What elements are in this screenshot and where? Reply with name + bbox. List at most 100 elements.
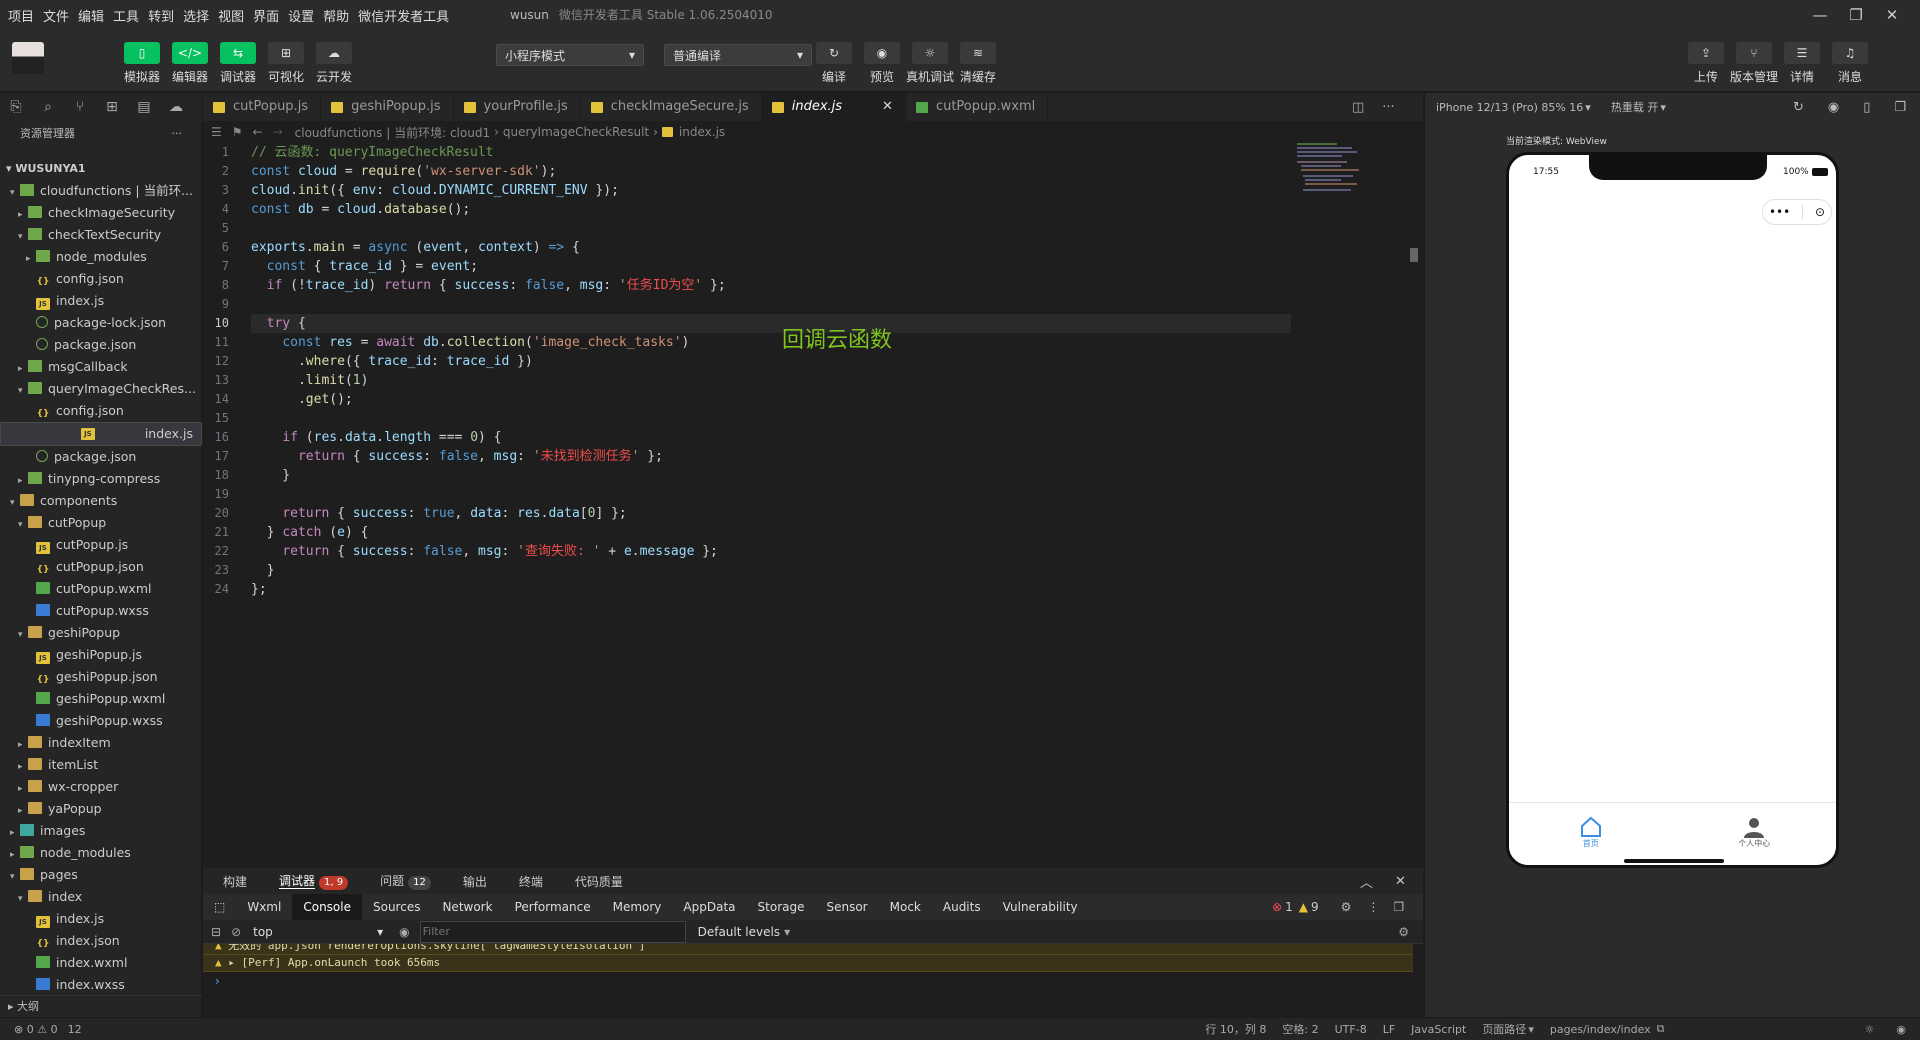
panel-tab[interactable]: 输出 [463,873,487,890]
detach-icon[interactable]: ❐ [1894,100,1906,115]
source-control-icon[interactable]: ⑂ [64,93,96,121]
tree-item[interactable]: ▸ itemList [0,754,202,776]
device-select[interactable]: iPhone 12/13 (Pro) 85% 16 [1436,101,1583,114]
tree-item[interactable]: {} config.json [0,400,202,422]
menu-item[interactable]: 帮助 [323,6,349,25]
code-line[interactable]: return { success: false, msg: '未找到检测任务' … [251,447,1291,466]
compile-select[interactable]: 普通编译 ▾ [664,44,812,66]
minimap[interactable] [1297,143,1407,193]
panel-tab[interactable]: 终端 [519,873,543,890]
page-path[interactable]: pages/index/index [1550,1023,1651,1036]
devtools-tab-vulnerability[interactable]: Vulnerability [992,894,1089,920]
code-line[interactable]: const cloud = require('wx-server-sdk'); [251,162,1291,181]
tab-yourProfile-js[interactable]: yourProfile.js [454,93,581,121]
tree-item[interactable]: ▸ msgCallback [0,356,202,378]
page-path-label[interactable]: 页面路径 [1482,1021,1526,1037]
back-icon[interactable]: ← [253,125,263,139]
copy-icon[interactable]: ⧉ [1657,1022,1665,1036]
tree-item[interactable]: {} cutPopup.json [0,556,202,578]
status-cursor-position[interactable]: 行 10，列 8 [1205,1021,1266,1037]
sidebar-toggle-icon[interactable]: ⊟ [211,925,221,939]
code-line[interactable]: .get(); [251,390,1291,409]
tree-item[interactable]: ▾ checkTextSecurity [0,224,202,246]
close-tab-icon[interactable]: ✕ [882,93,893,121]
eye-icon[interactable]: ◉ [1896,1023,1906,1036]
menu-item[interactable]: 微信开发者工具 [358,6,449,25]
tree-item[interactable]: ▾ index [0,886,202,908]
menu-item[interactable]: 项目 [8,6,34,25]
menu-item[interactable]: 编辑 [78,6,104,25]
error-count[interactable]: 1 [1285,900,1293,914]
code-line[interactable]: if (!trace_id) return { success: false, … [251,276,1291,295]
code-line[interactable] [251,409,1291,428]
inspect-icon[interactable]: ⬚ [203,894,236,920]
menu-item[interactable]: 选择 [183,6,209,25]
outline-section[interactable]: ▸ 大纲 [0,995,202,1017]
log-levels-select[interactable]: Default levels [698,925,780,939]
breadcrumb-item[interactable]: queryImageCheckResult [503,125,649,139]
more-actions-icon[interactable]: ··· [1382,100,1394,115]
tree-item[interactable]: ▾ components [0,490,202,512]
phone-icon[interactable]: ▯ [1863,100,1870,115]
code-line[interactable]: if (res.data.length === 0) { [251,428,1291,447]
close-panel-icon[interactable]: ✕ [1395,874,1406,889]
console-prompt[interactable]: › [203,972,1413,990]
close-miniprogram-icon[interactable]: ⊙ [1815,205,1825,219]
tree-item[interactable]: index.wxss [0,974,202,996]
devtools-tab-mock[interactable]: Mock [879,894,932,920]
tree-item[interactable]: JS index.js [0,908,202,930]
status-language[interactable]: JavaScript [1411,1023,1466,1036]
cloud-icon[interactable]: ☁ [160,93,192,121]
tree-item[interactable]: ▸ yaPopup [0,798,202,820]
tree-item[interactable]: geshiPopup.wxss [0,710,202,732]
warning-count[interactable]: 9 [1311,900,1319,914]
tree-item[interactable]: {} index.json [0,930,202,952]
breadcrumb-item[interactable]: cloudfunctions | 当前环境: cloud1 [295,124,490,141]
project-root[interactable]: ▾ WUSUNYA1 [0,158,202,180]
code-line[interactable]: }; [251,580,1291,599]
refresh-icon[interactable]: ↻ [1793,100,1804,115]
tree-item[interactable]: ▸ checkImageSecurity [0,202,202,224]
status-indent[interactable]: 空格: 2 [1282,1021,1318,1037]
toolbar-button[interactable]: ◉ 预览 [858,42,906,85]
avatar[interactable] [12,42,44,74]
mode-select[interactable]: 小程序模式 ▾ [496,44,644,66]
tree-item[interactable]: geshiPopup.wxml [0,688,202,710]
bookmark-icon[interactable]: ⚑ [232,125,243,139]
forward-icon[interactable]: → [273,125,283,139]
context-select[interactable]: top ▾ [253,925,383,939]
tree-item[interactable]: ▾ cloudfunctions | 当前环... [0,180,202,202]
toolbar-button[interactable]: ▯ 模拟器 [118,42,166,85]
panel-tab[interactable]: 调试器 1, 9 [279,872,349,890]
menu-item[interactable]: 界面 [253,6,279,25]
menu-item[interactable]: 文件 [43,6,69,25]
bug-icon[interactable]: ☼ [1865,1023,1875,1036]
clear-console-icon[interactable]: ⊘ [231,925,241,939]
toolbar-button[interactable]: ♫ 消息 [1826,42,1874,85]
toolbar-button[interactable]: ☰ 详情 [1778,42,1826,85]
code-line[interactable] [251,485,1291,504]
settings-gear-icon[interactable]: ⚙ [1341,900,1352,914]
tree-item[interactable]: cutPopup.wxss [0,600,202,622]
menu-item[interactable]: 设置 [288,6,314,25]
tree-item[interactable]: JS geshiPopup.js [0,644,202,666]
tree-item[interactable]: cutPopup.wxml [0,578,202,600]
dock-icon[interactable]: ❐ [1393,900,1404,914]
status-encoding[interactable]: UTF-8 [1335,1023,1367,1036]
status-problems[interactable]: ⊗ 0 ⚠ 0 [14,1023,58,1036]
tab-index-js[interactable]: index.js ✕ [761,93,906,121]
split-editor-icon[interactable]: ◫ [1352,100,1364,115]
devtools-tab-console[interactable]: Console [292,894,362,920]
tab-cutPopup-js[interactable]: cutPopup.js [203,93,322,121]
toolbar-button[interactable]: ⇪ 上传 [1682,42,1730,85]
search-icon[interactable]: ⌕ [32,93,64,121]
hot-reload-toggle[interactable]: 热重载 开 [1611,99,1659,115]
code-line[interactable]: const db = cloud.database(); [251,200,1291,219]
phone-screen[interactable]: 17:55 100% ••• ⊙ 首页 个人中心 [1506,152,1839,868]
code-line[interactable]: } catch (e) { [251,523,1291,542]
code-line[interactable]: } [251,561,1291,580]
toolbar-button[interactable]: ⑂ 版本管理 [1730,42,1778,85]
toolbar-button[interactable]: </> 编辑器 [166,42,214,85]
tree-item[interactable]: ▾ geshiPopup [0,622,202,644]
devtools-tab-appdata[interactable]: AppData [672,894,746,920]
